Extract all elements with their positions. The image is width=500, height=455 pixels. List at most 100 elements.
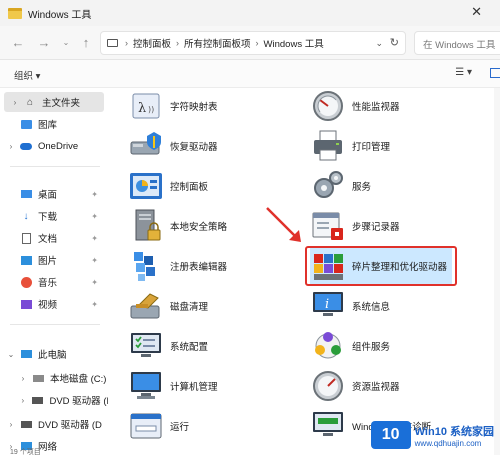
- tool-item[interactable]: 步骤记录器: [310, 208, 400, 244]
- tool-item[interactable]: i 系统信息: [310, 288, 390, 324]
- title-bar: Windows 工具 ✕: [0, 0, 500, 26]
- sidebar-item-label: 主文件夹: [42, 98, 81, 109]
- tool-item[interactable]: 注册表编辑器: [128, 248, 227, 284]
- tool-label: 计算机管理: [170, 382, 218, 393]
- navigation-pane: › ⌂ 主文件夹 图库 › OneDrive 桌面 ✦ ↓ 下载 ✦ 文档 ✦ …: [0, 88, 108, 455]
- chevron-down-icon[interactable]: ⌄: [58, 38, 74, 47]
- tool-label: 系统配置: [170, 342, 209, 353]
- svg-text:λ: λ: [138, 101, 146, 116]
- breadcrumb-item[interactable]: Windows 工具: [264, 36, 324, 50]
- sidebar-item-videos[interactable]: 视频 ✦: [0, 294, 104, 314]
- tool-label: 步骤记录器: [352, 222, 400, 233]
- tool-item[interactable]: 磁盘清理: [128, 288, 208, 324]
- home-icon: ⌂: [26, 96, 34, 108]
- video-icon: [20, 298, 32, 310]
- system-config-icon: [131, 333, 161, 357]
- status-bar: 19 个项目: [10, 449, 41, 455]
- view-options-icon[interactable]: ☰ ▾: [455, 67, 472, 78]
- refresh-icon[interactable]: ↻: [390, 36, 399, 49]
- svg-text:i: i: [325, 297, 329, 312]
- svg-text:)): )): [148, 105, 154, 114]
- print-management-icon: [314, 130, 342, 161]
- sidebar-item-gallery[interactable]: 图库: [0, 114, 104, 134]
- dvd-icon: [20, 418, 32, 430]
- scrollbar[interactable]: [494, 88, 500, 455]
- tool-label: 注册表编辑器: [170, 262, 228, 273]
- pin-icon[interactable]: ✦: [91, 234, 98, 243]
- pin-icon[interactable]: ✦: [91, 278, 98, 287]
- gallery-icon: [20, 118, 32, 130]
- tool-item[interactable]: 本地安全策略: [128, 208, 227, 244]
- annotation-highlight: [305, 246, 457, 286]
- forward-arrow-icon[interactable]: →: [36, 35, 52, 50]
- sidebar-item-documents[interactable]: 文档 ✦: [0, 228, 104, 248]
- tool-label: 磁盘清理: [170, 302, 209, 313]
- chevron-right-icon[interactable]: ›: [6, 420, 16, 429]
- sidebar-item-pictures[interactable]: 图片 ✦: [0, 250, 104, 270]
- character-map-icon: λ )): [132, 93, 160, 119]
- chevron-down-icon[interactable]: ⌄: [6, 350, 16, 359]
- sidebar-item-downloads[interactable]: ↓ 下载 ✦: [0, 206, 104, 226]
- tool-label: 字符映射表: [170, 102, 218, 113]
- close-icon[interactable]: ✕: [471, 4, 482, 20]
- pin-icon[interactable]: ✦: [91, 300, 98, 309]
- annotation-arrow: [266, 207, 301, 242]
- breadcrumb-item[interactable]: 所有控制面板项: [184, 36, 251, 50]
- registry-editor-icon: [134, 252, 155, 281]
- tool-item[interactable]: 恢复驱动器: [128, 128, 218, 164]
- watermark-url: www.qdhuajin.com: [414, 438, 482, 448]
- sidebar-item-label: DVD 驱动器 (D:: [49, 396, 108, 407]
- sidebar-item-home[interactable]: › ⌂ 主文件夹: [4, 92, 104, 112]
- sidebar-item-label: 本地磁盘 (C:): [50, 374, 107, 385]
- picture-icon: [20, 254, 32, 266]
- tool-item[interactable]: 打印管理: [310, 128, 390, 164]
- details-pane-icon[interactable]: [490, 68, 500, 78]
- sidebar-item-label: 图库: [38, 120, 58, 131]
- chevron-right-icon[interactable]: ›: [18, 374, 28, 383]
- tool-item[interactable]: 性能监视器: [310, 88, 400, 124]
- tool-item[interactable]: 控制面板: [128, 168, 208, 204]
- sidebar-item-desktop[interactable]: 桌面 ✦: [0, 184, 104, 204]
- tool-label: 恢复驱动器: [170, 142, 218, 153]
- steps-recorder-icon: [312, 212, 343, 240]
- sidebar-item-this-pc[interactable]: ⌄ 此电脑: [0, 344, 104, 364]
- organize-button[interactable]: 组织 ▾: [14, 68, 40, 82]
- sidebar-item-dvd-drive-2[interactable]: › DVD 驱动器 (D: [0, 414, 104, 434]
- folder-icon: [8, 7, 22, 19]
- memory-diagnostic-icon: [313, 412, 343, 436]
- pin-icon[interactable]: ✦: [91, 190, 98, 199]
- tool-item[interactable]: 服务: [310, 168, 371, 204]
- tool-item[interactable]: λ )) 字符映射表: [128, 88, 218, 124]
- chevron-right-icon[interactable]: ›: [10, 98, 20, 107]
- pin-icon[interactable]: ✦: [91, 256, 98, 265]
- tool-label: 性能监视器: [352, 102, 400, 113]
- breadcrumb[interactable]: › 控制面板 › 所有控制面板项 › Windows 工具 ⌄ ↻: [100, 31, 406, 55]
- tool-item[interactable]: 计算机管理: [128, 368, 218, 404]
- sidebar-item-label: DVD 驱动器 (D: [38, 420, 102, 431]
- tool-label: 本地安全策略: [170, 222, 228, 233]
- tool-label: 打印管理: [352, 142, 391, 153]
- watermark-title: Win10 系统家园: [414, 425, 494, 438]
- run-icon: [130, 413, 162, 439]
- up-arrow-icon[interactable]: ↑: [78, 35, 94, 50]
- chevron-down-icon[interactable]: ⌄: [375, 38, 383, 49]
- tool-item[interactable]: 系统配置: [128, 328, 208, 364]
- chevron-right-icon[interactable]: ›: [18, 396, 28, 405]
- sidebar-item-local-disk[interactable]: › 本地磁盘 (C:): [12, 368, 108, 388]
- sidebar-item-dvd-drive[interactable]: › DVD 驱动器 (D:: [12, 390, 108, 410]
- performance-monitor-icon: [313, 91, 343, 121]
- sidebar-item-label: 音乐: [38, 278, 58, 289]
- sidebar-item-music[interactable]: 音乐 ✦: [0, 272, 104, 292]
- search-input[interactable]: 在 Windows 工具: [414, 31, 500, 55]
- tool-item[interactable]: 组件服务: [310, 328, 390, 364]
- music-icon: [20, 276, 32, 288]
- back-arrow-icon[interactable]: ←: [10, 35, 26, 50]
- tool-item[interactable]: 运行: [128, 408, 189, 444]
- pin-icon[interactable]: ✦: [91, 212, 98, 221]
- computer-management-icon: [131, 372, 161, 399]
- sidebar-item-label: 视频: [38, 300, 58, 311]
- tool-item[interactable]: 资源监视器: [310, 368, 400, 404]
- chevron-right-icon[interactable]: ›: [6, 142, 16, 151]
- breadcrumb-item[interactable]: 控制面板: [133, 36, 171, 50]
- sidebar-item-onedrive[interactable]: › OneDrive: [0, 136, 104, 156]
